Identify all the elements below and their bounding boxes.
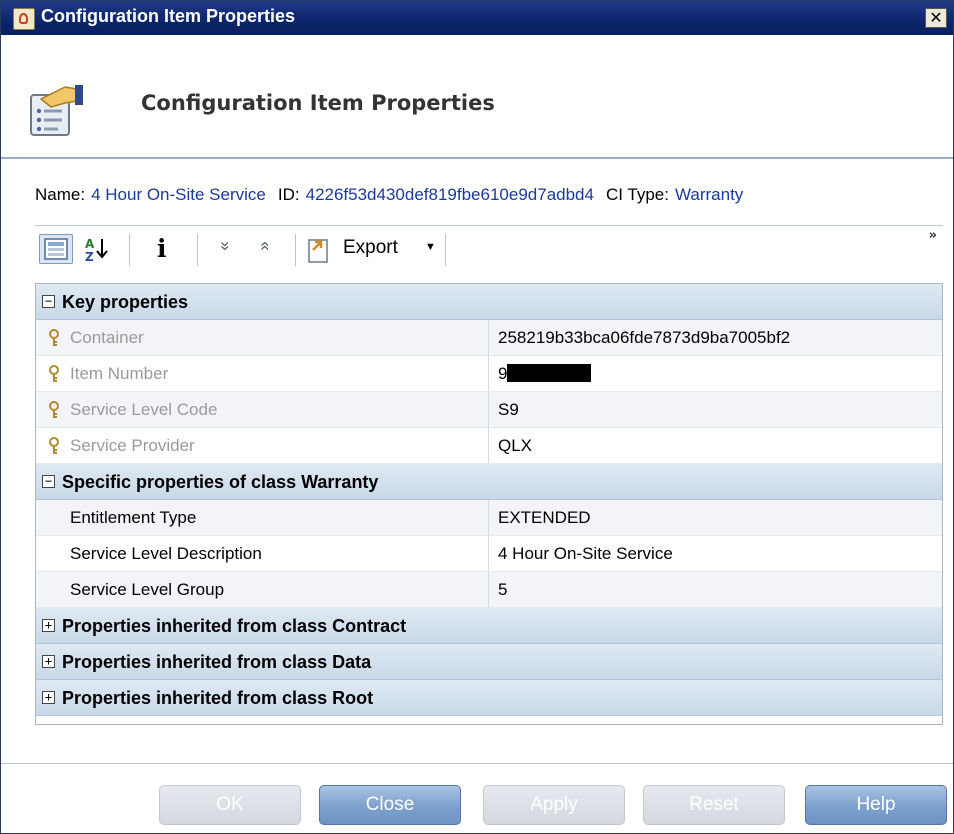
info-button[interactable]: i <box>153 234 177 264</box>
toolbar-overflow-icon[interactable]: » <box>929 228 937 243</box>
expand-all-icon: » <box>216 241 236 251</box>
section-label: Properties inherited from class Contract <box>62 616 407 636</box>
export-icon <box>308 239 328 263</box>
section-label: Key properties <box>62 292 189 312</box>
dialog-header-title: Configuration Item Properties <box>141 91 495 115</box>
collapse-icon[interactable]: − <box>42 295 55 308</box>
id-label: ID: <box>277 185 300 204</box>
key-icon <box>49 401 59 418</box>
property-row[interactable]: Service Level Code S9 <box>36 392 942 428</box>
dialog-header: Configuration Item Properties <box>1 35 953 159</box>
reset-button[interactable]: Reset <box>643 785 785 825</box>
properties-dialog: Configuration Item Properties ✕ Configur… <box>0 0 954 834</box>
ok-button[interactable]: OK <box>159 785 301 825</box>
svg-text:Z: Z <box>85 250 94 264</box>
export-button[interactable]: Export ▼ <box>303 234 445 264</box>
properties-document-hand-icon <box>30 85 83 136</box>
property-value: 5 <box>498 580 508 599</box>
name-label: Name: <box>35 185 86 204</box>
chevron-down-icon: ▼ <box>425 241 436 253</box>
close-window-button[interactable]: ✕ <box>925 8 947 28</box>
section-label: Properties inherited from class Root <box>62 688 374 708</box>
name-value: 4 Hour On-Site Service <box>91 185 266 204</box>
property-row[interactable]: Service Level Group 5 <box>36 572 942 608</box>
property-row[interactable]: Service Level Description 4 Hour On-Site… <box>36 536 942 572</box>
apply-button[interactable]: Apply <box>483 785 625 825</box>
property-name: Service Provider <box>70 436 195 455</box>
property-name: Container <box>70 328 144 347</box>
title-bar[interactable]: Configuration Item Properties ✕ <box>1 1 953 35</box>
property-value: 4 Hour On-Site Service <box>498 544 673 563</box>
footer-divider <box>1 763 953 764</box>
property-name: Service Level Code <box>70 400 218 419</box>
section-label: Specific properties of class Warranty <box>62 472 379 492</box>
section-specific-properties[interactable]: − Specific properties of class Warranty <box>36 464 942 500</box>
close-button[interactable]: Close <box>319 785 461 825</box>
properties-grid: − Key properties Container 258219b33bca0… <box>35 283 943 725</box>
redaction-bar <box>507 364 592 382</box>
java-app-icon <box>13 8 35 30</box>
property-name: Service Level Group <box>70 580 225 599</box>
id-value: 4226f53d430def819fbe610e9d7adbd4 <box>305 185 594 204</box>
properties-toolbar: A Z i » « Export ▼ » <box>35 225 943 272</box>
property-value: EXTENDED <box>498 508 591 527</box>
section-inherited-data[interactable]: + Properties inherited from class Data <box>36 644 942 680</box>
svg-text:A: A <box>85 237 95 251</box>
expand-icon[interactable]: + <box>42 619 55 632</box>
section-inherited-root[interactable]: + Properties inherited from class Root <box>36 680 942 716</box>
ci-type-label: CI Type: <box>605 185 669 204</box>
section-key-properties[interactable]: − Key properties <box>36 284 942 320</box>
key-icon <box>49 329 59 346</box>
expand-icon[interactable]: + <box>42 691 55 704</box>
property-value: S9 <box>498 400 519 419</box>
property-value: QLX <box>498 436 533 455</box>
expand-all-button[interactable]: » <box>217 234 241 264</box>
property-row[interactable]: Container 258219b33bca06fde7873d9ba7005b… <box>36 320 942 356</box>
property-name: Service Level Description <box>70 544 262 563</box>
property-name: Entitlement Type <box>70 508 197 527</box>
property-row[interactable]: Item Number 9 <box>36 356 942 392</box>
ci-summary-line: Name: 4 Hour On-Site Service ID: 4226f53d43… <box>35 185 743 205</box>
property-row[interactable]: Entitlement Type EXTENDED <box>36 500 942 536</box>
section-inherited-contract[interactable]: + Properties inherited from class Contra… <box>36 608 942 644</box>
export-label: Export <box>343 237 398 258</box>
property-name: Item Number <box>70 364 169 383</box>
collapse-all-button[interactable]: « <box>257 234 281 264</box>
categorized-view-icon <box>44 238 68 260</box>
section-label: Properties inherited from class Data <box>62 652 372 672</box>
sort-az-icon: A Z <box>85 237 108 264</box>
expand-icon[interactable]: + <box>42 655 55 668</box>
help-button[interactable]: Help <box>805 785 947 825</box>
collapse-all-icon: « <box>256 241 276 251</box>
window-title: Configuration Item Properties <box>41 6 296 26</box>
sort-button[interactable]: A Z <box>81 234 113 264</box>
info-icon: i <box>157 234 167 263</box>
key-icon <box>49 365 59 382</box>
property-value: 9 <box>498 364 592 384</box>
collapse-icon[interactable]: − <box>42 475 55 488</box>
categorized-view-button[interactable] <box>39 234 73 264</box>
property-row[interactable]: Service Provider QLX <box>36 428 942 464</box>
property-value: 258219b33bca06fde7873d9ba7005bf2 <box>498 328 791 347</box>
key-icon <box>49 437 59 454</box>
ci-type-value: Warranty <box>674 185 744 204</box>
